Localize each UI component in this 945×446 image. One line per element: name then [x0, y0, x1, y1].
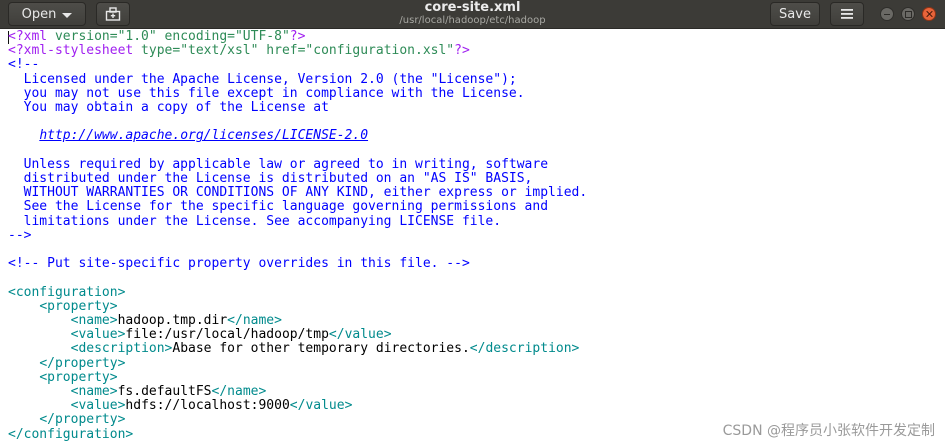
text-editor-area[interactable]: <?xml version="1.0" encoding="UTF-8"?> <… [0, 29, 945, 446]
name-open-tag: <name> [70, 384, 118, 400]
value-open-tag: <value> [70, 327, 126, 343]
window-title: core-site.xml [424, 0, 521, 15]
window-subtitle: /usr/local/hadoop/etc/hadoop [399, 15, 546, 26]
maximize-icon[interactable] [901, 7, 915, 21]
license-line: WITHOUT WARRANTIES OR CONDITIONS OF ANY … [8, 185, 588, 201]
xml-declaration-close: ?> [289, 29, 306, 44]
stylesheet-close: ?> [454, 43, 470, 59]
code-content: <?xml version="1.0" encoding="UTF-8"?> <… [8, 29, 588, 442]
csdn-watermark: CSDN @程序员小张软件开发定制 [722, 423, 935, 439]
save-button[interactable]: Save [770, 2, 820, 26]
open-button-label: Open [21, 6, 57, 22]
stylesheet-attrs: type="text/xsl" href="configuration.xsl" [133, 43, 455, 59]
window-title-area: core-site.xml /usr/local/hadoop/etc/hado… [300, 1, 645, 27]
header-bar: Open core-site.xml /usr/local/hadoop/etc… [0, 0, 945, 29]
property-name: hadoop.tmp.dir [117, 313, 228, 329]
license-line: distributed under the License is distrib… [8, 171, 533, 187]
value-close-tag: </value> [289, 398, 353, 414]
open-button[interactable]: Open [8, 2, 86, 26]
value-open-tag: <value> [70, 398, 126, 414]
minimize-icon[interactable] [880, 7, 894, 21]
site-specific-comment: <!-- Put site-specific property override… [8, 256, 470, 272]
property-description: Abase for other temporary directories. [172, 341, 470, 357]
close-icon[interactable] [922, 7, 936, 21]
property-close-tag: </property> [39, 412, 126, 428]
stylesheet-open: <?xml-stylesheet [8, 43, 134, 59]
license-comment-close: --> [8, 227, 32, 243]
license-line: See the License for the specific languag… [8, 199, 549, 215]
name-close-tag: </name> [227, 313, 282, 329]
description-close-tag: </description> [469, 341, 580, 357]
license-url-indent [8, 128, 39, 143]
chevron-down-icon [62, 12, 73, 18]
property-name: fs.defaultFS [117, 384, 212, 400]
xml-declaration-open: <?xml [8, 29, 48, 44]
license-line: you may not use this file except in comp… [8, 85, 525, 101]
property-close-tag: </property> [39, 355, 126, 371]
property-value: file:/usr/local/hadoop/tmp [125, 327, 329, 343]
new-document-icon [105, 7, 121, 21]
property-open-tag: <property> [39, 369, 118, 385]
license-comment-open: <!-- [8, 57, 40, 73]
menu-button[interactable] [830, 2, 864, 26]
name-open-tag: <name> [70, 313, 118, 329]
new-document-button[interactable] [96, 2, 130, 26]
xml-declaration-attrs: version="1.0" encoding="UTF-8" [47, 29, 290, 44]
hamburger-menu-icon [841, 9, 853, 19]
license-line: Licensed under the Apache License, Versi… [8, 71, 517, 87]
license-url-link[interactable]: http://www.apache.org/licenses/LICENSE-2… [39, 128, 368, 143]
license-line: You may obtain a copy of the License at [8, 100, 329, 116]
property-open-tag: <property> [39, 298, 118, 314]
license-line: limitations under the License. See accom… [8, 213, 502, 229]
configuration-close-tag: </configuration> [8, 426, 134, 442]
value-close-tag: </value> [328, 327, 392, 343]
name-close-tag: </name> [211, 384, 267, 400]
license-line: Unless required by applicable law or agr… [8, 156, 549, 172]
configuration-open-tag: <configuration> [8, 284, 126, 300]
property-value: hdfs://localhost:9000 [125, 398, 290, 414]
description-open-tag: <description> [70, 341, 173, 357]
